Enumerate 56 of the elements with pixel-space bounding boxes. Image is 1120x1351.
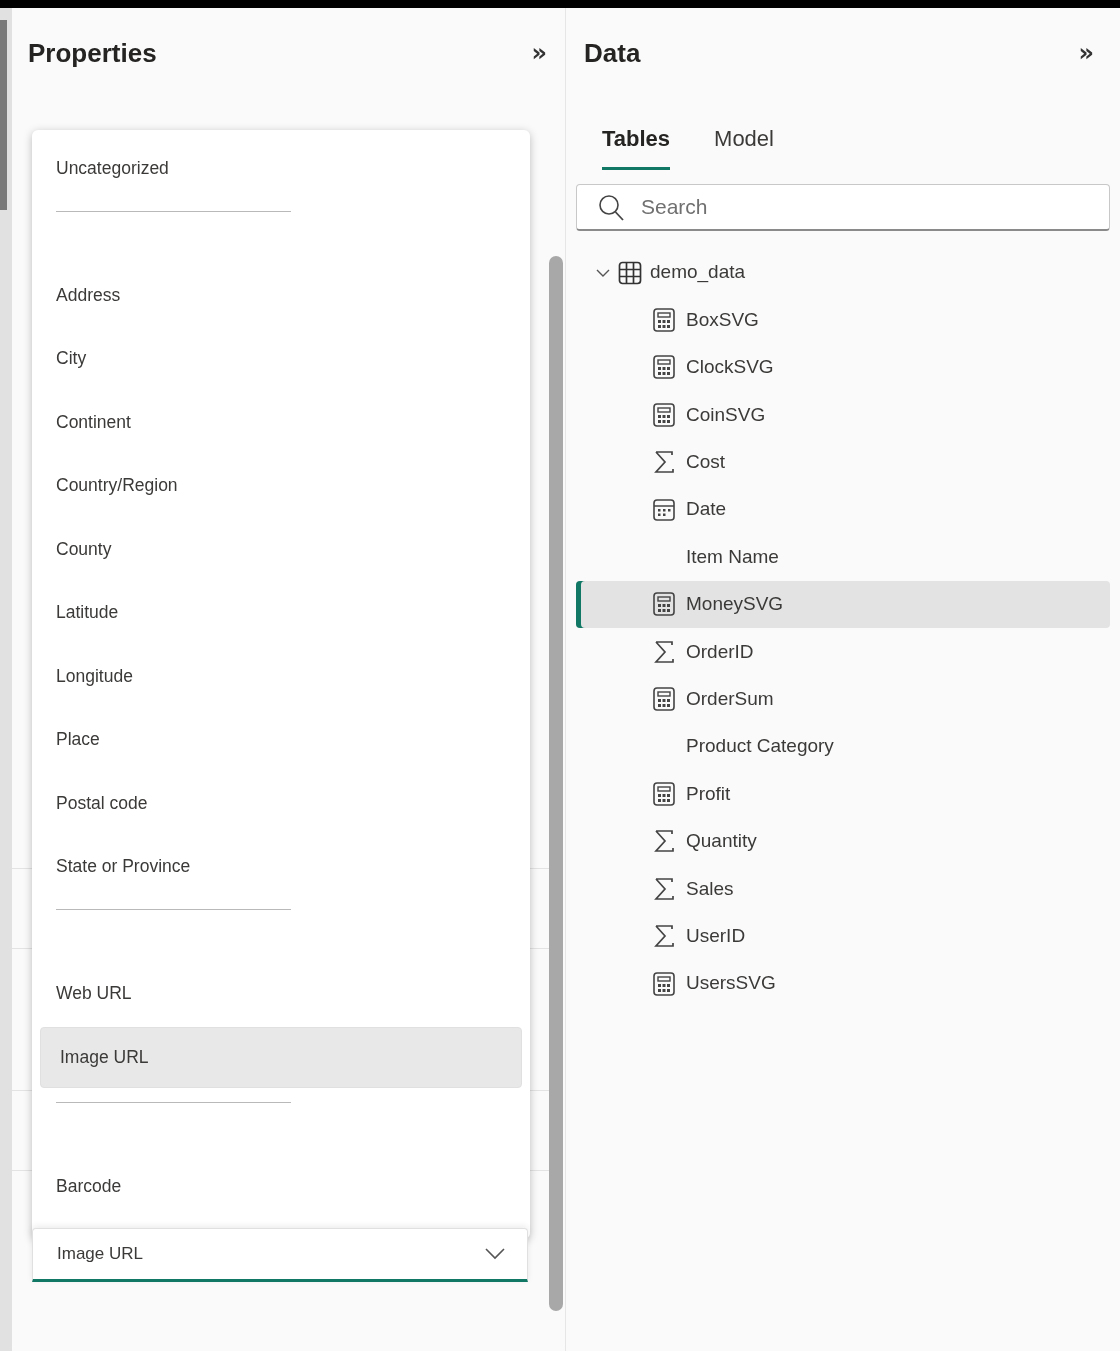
tree-item[interactable]: Profit xyxy=(576,770,1110,818)
menu-item[interactable]: City xyxy=(40,337,522,384)
menu-item[interactable]: Uncategorized xyxy=(40,147,522,194)
menu-item[interactable]: Latitude xyxy=(40,591,522,638)
menu-item[interactable]: Web URL xyxy=(40,971,522,1019)
sigma-icon xyxy=(652,924,676,949)
collapse-icon[interactable]: » xyxy=(531,41,547,65)
tree-item[interactable]: Sales xyxy=(576,865,1110,913)
sigma-icon xyxy=(652,639,676,664)
menu-item[interactable]: Country/Region xyxy=(40,464,522,511)
calculator-icon xyxy=(652,308,676,333)
calculator-icon xyxy=(652,971,676,996)
tree-item[interactable]: UsersSVG xyxy=(576,959,1110,1008)
tree-item[interactable]: CoinSVG xyxy=(576,391,1110,439)
table-icon xyxy=(618,260,642,285)
sigma-icon xyxy=(652,450,676,475)
tree-item[interactable]: Product Category xyxy=(576,722,1110,771)
sigma-icon xyxy=(652,829,676,854)
tree-item[interactable]: Item Name xyxy=(576,533,1110,581)
tree-item[interactable]: demo_data xyxy=(576,249,1110,297)
scrollbar[interactable] xyxy=(0,20,7,210)
collapse-icon[interactable]: » xyxy=(1078,41,1094,65)
menu-item[interactable]: Image URL xyxy=(40,1027,522,1088)
tree-item[interactable]: OrderID xyxy=(576,628,1110,676)
chevron-down-icon xyxy=(596,267,610,278)
tree-item[interactable]: BoxSVG xyxy=(576,296,1110,344)
menu-item[interactable]: Continent xyxy=(40,400,522,448)
tab[interactable]: Tables xyxy=(602,122,671,170)
chevron-down-icon xyxy=(485,1248,505,1260)
tree-item[interactable]: Quantity xyxy=(576,817,1110,866)
calculator-icon xyxy=(652,592,676,617)
scrollbar[interactable] xyxy=(549,256,563,1311)
tree-item[interactable]: UserID xyxy=(576,912,1110,960)
menu-item[interactable]: Barcode xyxy=(40,1165,522,1212)
tree-item[interactable]: MoneySVG xyxy=(576,580,1110,629)
category-select[interactable]: Image URL xyxy=(32,1228,528,1282)
tab[interactable]: Model xyxy=(714,122,774,170)
tree-item[interactable]: Date xyxy=(576,485,1110,534)
menu-item[interactable]: Address xyxy=(40,273,522,321)
menu-item[interactable]: County xyxy=(40,527,522,575)
menu-item[interactable]: State or Province xyxy=(40,845,522,892)
sigma-icon xyxy=(652,876,676,901)
calculator-icon xyxy=(652,402,676,427)
menu-item[interactable]: Postal code xyxy=(40,781,522,829)
calculator-icon xyxy=(652,355,676,380)
search-field[interactable]: Search xyxy=(576,184,1110,231)
tree-item[interactable]: ClockSVG xyxy=(576,343,1110,392)
calculator-icon xyxy=(652,782,676,806)
calculator-icon xyxy=(652,687,676,712)
calendar-icon xyxy=(652,497,676,522)
tree-item[interactable]: Cost xyxy=(576,438,1110,486)
tree-item[interactable]: OrderSum xyxy=(576,675,1110,723)
menu-item[interactable]: Place xyxy=(40,718,522,765)
panel-title: Data xyxy=(584,36,641,70)
menu-item[interactable]: Longitude xyxy=(40,654,522,702)
panel-title: Properties xyxy=(28,36,157,70)
